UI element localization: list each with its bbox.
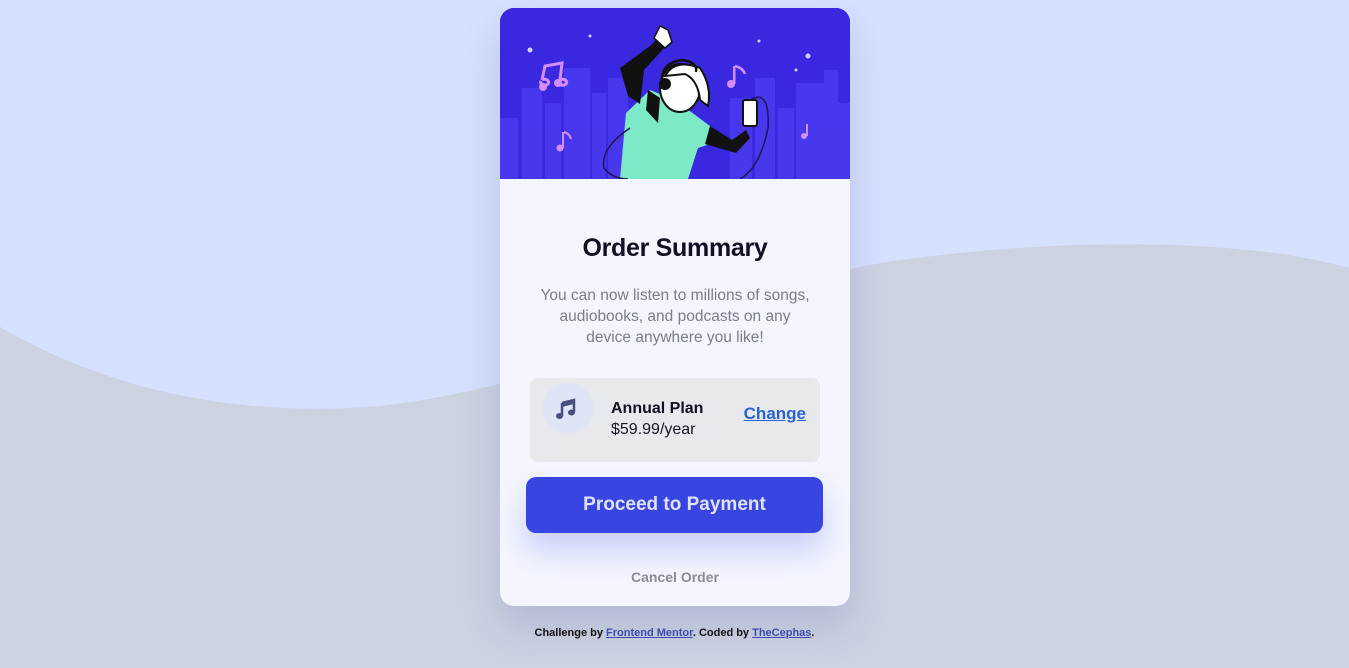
plan-name: Annual Plan	[611, 400, 704, 417]
plan-price: $59.99/year	[611, 421, 696, 438]
order-summary-card: Order Summary You can now listen to mill…	[500, 8, 850, 606]
attribution-footer: Challenge by Frontend Mentor. Coded by T…	[0, 627, 1349, 639]
music-note-icon	[543, 383, 593, 433]
cancel-order-button[interactable]: Cancel Order	[500, 569, 850, 585]
plan-box: Annual Plan $59.99/year Change	[530, 378, 820, 462]
attribution-prefix: Challenge by	[534, 627, 607, 639]
attribution-suffix: .	[811, 627, 815, 639]
hero-illustration	[500, 8, 850, 179]
proceed-to-payment-button[interactable]: Proceed to Payment	[526, 477, 823, 533]
frontend-mentor-link[interactable]: Frontend Mentor	[606, 627, 693, 639]
attribution-middle: . Coded by	[692, 627, 753, 639]
author-link[interactable]: TheCephas	[752, 627, 811, 639]
change-plan-link[interactable]: Change	[744, 404, 806, 424]
summary-description: You can now listen to millions of songs,…	[540, 287, 810, 346]
page-title: Order Summary	[582, 234, 768, 262]
